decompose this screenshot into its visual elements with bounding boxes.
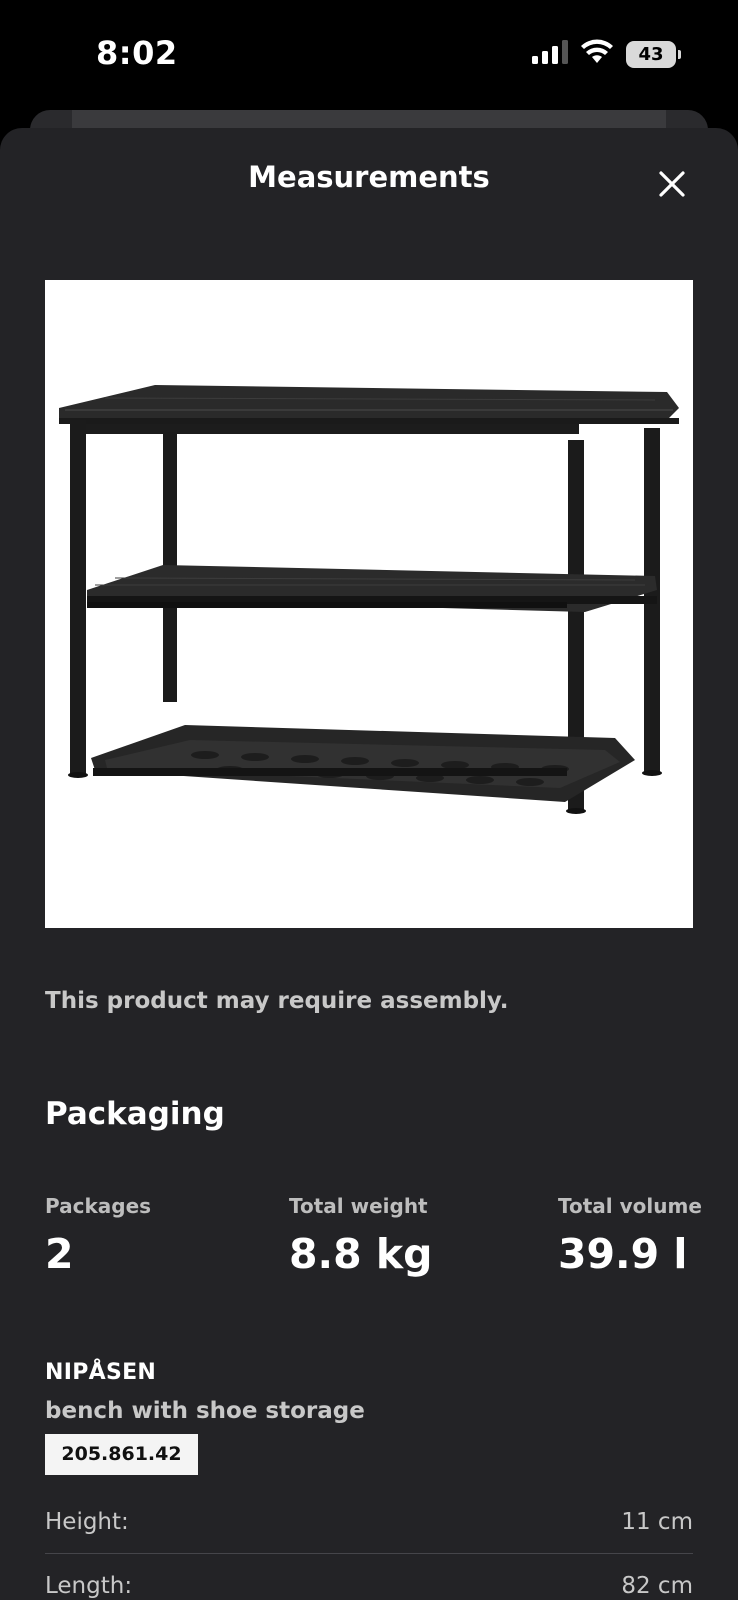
product-name: NIPÅSEN [45, 1360, 157, 1385]
measurements-sheet: Measurements This product may require as… [0, 128, 738, 1600]
assembly-note: This product may require assembly. [45, 988, 509, 1014]
close-icon [659, 171, 685, 197]
dimension-label: Length: [45, 1573, 133, 1599]
status-time: 8:02 [96, 34, 178, 72]
product-image [45, 280, 693, 928]
dimension-row-height: Height: 11 cm [45, 1490, 693, 1554]
dimension-value: 11 cm [621, 1508, 693, 1535]
stat-value: 8.8 kg [289, 1230, 433, 1278]
close-button[interactable] [646, 158, 698, 210]
article-number: 205.861.42 [45, 1434, 198, 1475]
sheet-title: Measurements [248, 160, 490, 194]
stat-label: Total volume [558, 1194, 702, 1218]
stat-value: 2 [45, 1230, 74, 1278]
dimension-label: Height: [45, 1508, 129, 1535]
wifi-icon [580, 39, 614, 69]
stat-total-volume: Total volume 39.9 l [558, 1194, 702, 1278]
dimension-value: 82 cm [621, 1573, 693, 1599]
packaging-title: Packaging [45, 1096, 225, 1132]
background-sheet-inner [72, 110, 666, 130]
stat-total-weight: Total weight 8.8 kg [289, 1194, 433, 1278]
status-bar: 8:02 43 [0, 0, 738, 110]
battery-icon: 43 [626, 40, 681, 68]
stat-value: 39.9 l [558, 1230, 688, 1278]
dimension-row-length: Length: 82 cm [45, 1554, 693, 1600]
stat-label: Packages [45, 1194, 152, 1218]
stat-label: Total weight [289, 1194, 428, 1218]
stat-packages: Packages 2 [45, 1194, 151, 1278]
product-description: bench with shoe storage [45, 1398, 365, 1424]
status-icons: 43 [532, 38, 681, 70]
signal-icon [532, 40, 568, 68]
